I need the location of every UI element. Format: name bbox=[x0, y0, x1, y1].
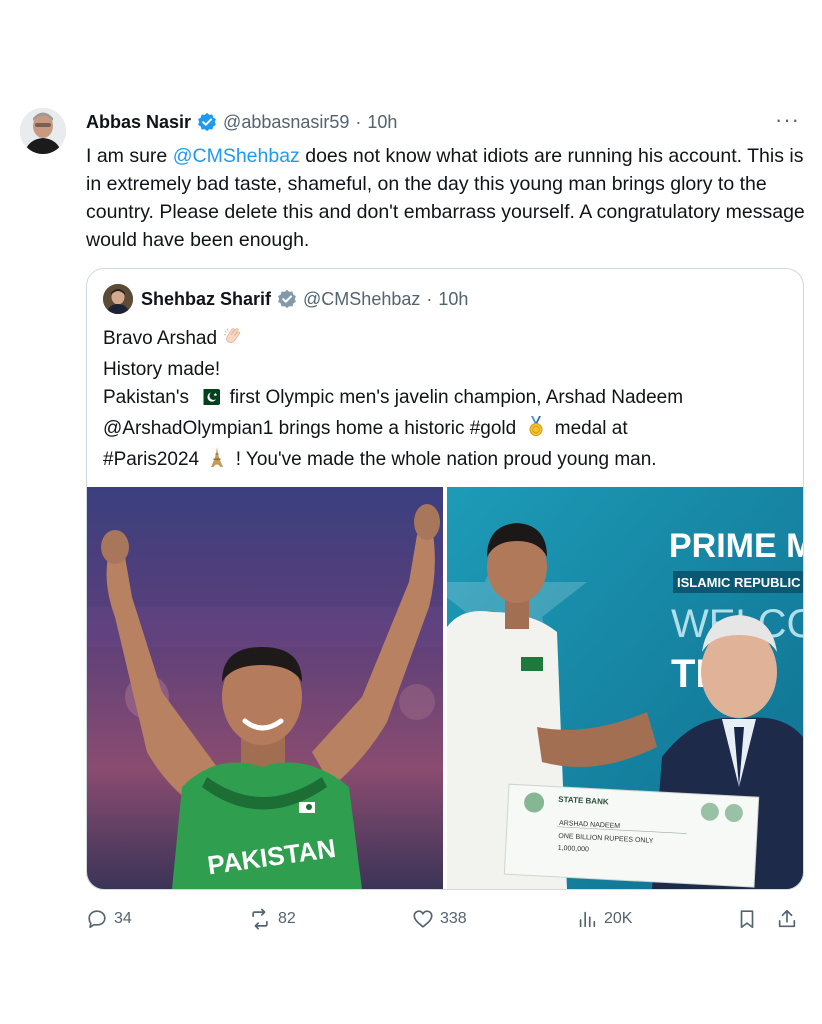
tweet-text-start: I am sure bbox=[86, 145, 173, 167]
quoted-media: PAKISTAN PRIME MI bbox=[87, 487, 803, 889]
mention-link[interactable]: @CMShehbaz bbox=[173, 145, 300, 167]
quoted-line-1: Bravo Arshad bbox=[103, 325, 793, 356]
quoted-author-avatar[interactable] bbox=[103, 284, 133, 314]
repost-icon bbox=[252, 908, 268, 930]
more-options-icon[interactable]: ··· bbox=[775, 109, 800, 131]
quoted-line-4: @ArshadOlympian1 brings home a historic … bbox=[103, 415, 793, 446]
share-icon bbox=[778, 909, 796, 928]
bookmark-button[interactable] bbox=[736, 904, 764, 934]
tweet-header: Abbas Nasir @abbasnasir59 · 10h bbox=[86, 110, 397, 134]
quoted-line-3a: Pakistan's bbox=[103, 387, 190, 408]
heart-icon bbox=[413, 910, 433, 928]
photo-athlete-celebrating[interactable]: PAKISTAN bbox=[87, 487, 443, 889]
banner-line-2: ISLAMIC REPUBLIC bbox=[677, 575, 801, 590]
author-handle[interactable]: @abbasnasir59 bbox=[223, 112, 349, 133]
views-button[interactable]: 20K bbox=[576, 904, 632, 934]
banner-line-1: PRIME MI bbox=[669, 527, 803, 565]
quoted-line-1-text: Bravo Arshad bbox=[103, 328, 218, 349]
eiffel-tower-icon bbox=[204, 446, 230, 477]
quoted-line-3: Pakistan's first Olympic men's javelin c… bbox=[103, 384, 793, 415]
verified-gray-badge-icon bbox=[277, 289, 297, 309]
tweet-text: I am sure @CMShehbaz does not know what … bbox=[86, 142, 806, 254]
like-button[interactable]: 338 bbox=[412, 904, 467, 934]
quoted-tweet-time[interactable]: 10h bbox=[438, 289, 468, 310]
quoted-line-3b: first Olympic men's javelin champion, Ar… bbox=[229, 387, 684, 408]
repost-button[interactable]: 82 bbox=[248, 904, 296, 934]
separator-dot: · bbox=[355, 111, 362, 132]
quoted-author-name[interactable]: Shehbaz Sharif bbox=[141, 289, 271, 310]
views-count: 20K bbox=[604, 910, 633, 927]
share-button[interactable] bbox=[776, 904, 804, 934]
quoted-line-5a: #Paris2024 bbox=[103, 449, 200, 470]
quoted-tweet-text: Bravo Arshad History made! Pakistan's fi… bbox=[103, 325, 793, 477]
photo-cheque-presentation[interactable]: PRIME MI ISLAMIC REPUBLIC WELCO TEA bbox=[447, 487, 803, 889]
quoted-line-4a: @ArshadOlympian1 brings home a historic … bbox=[103, 418, 517, 439]
author-avatar[interactable] bbox=[20, 108, 66, 154]
author-name[interactable]: Abbas Nasir bbox=[86, 112, 191, 133]
quoted-line-5: #Paris2024 ! You've made the whole natio… bbox=[103, 446, 793, 477]
reply-icon bbox=[88, 910, 106, 929]
quoted-tweet-header: Shehbaz Sharif @CMShehbaz · 10h bbox=[103, 284, 468, 314]
tweet[interactable]: Abbas Nasir @abbasnasir59 · 10h ··· I am… bbox=[0, 96, 822, 936]
quoted-line-2: History made! bbox=[103, 359, 221, 380]
bookmark-icon bbox=[740, 910, 754, 929]
tweet-actions: 34 82 338 20K bbox=[86, 904, 802, 938]
pakistan-flag-icon bbox=[194, 387, 224, 415]
views-icon bbox=[579, 911, 596, 928]
quoted-line-5b: ! You've made the whole nation proud you… bbox=[235, 449, 657, 470]
like-count: 338 bbox=[440, 910, 467, 927]
gold-medal-icon bbox=[522, 415, 550, 446]
reply-button[interactable]: 34 bbox=[86, 904, 132, 934]
repost-count: 82 bbox=[278, 910, 296, 927]
verified-badge-icon bbox=[197, 112, 217, 132]
quoted-line-4b: medal at bbox=[554, 418, 628, 439]
quoted-author-handle[interactable]: @CMShehbaz bbox=[303, 289, 420, 310]
quoted-separator-dot: · bbox=[426, 288, 433, 309]
reply-count: 34 bbox=[114, 910, 132, 927]
clapping-hands-icon bbox=[222, 325, 244, 356]
tweet-time[interactable]: 10h bbox=[367, 112, 397, 133]
quoted-tweet[interactable]: Shehbaz Sharif @CMShehbaz · 10h Bravo Ar… bbox=[86, 268, 804, 890]
